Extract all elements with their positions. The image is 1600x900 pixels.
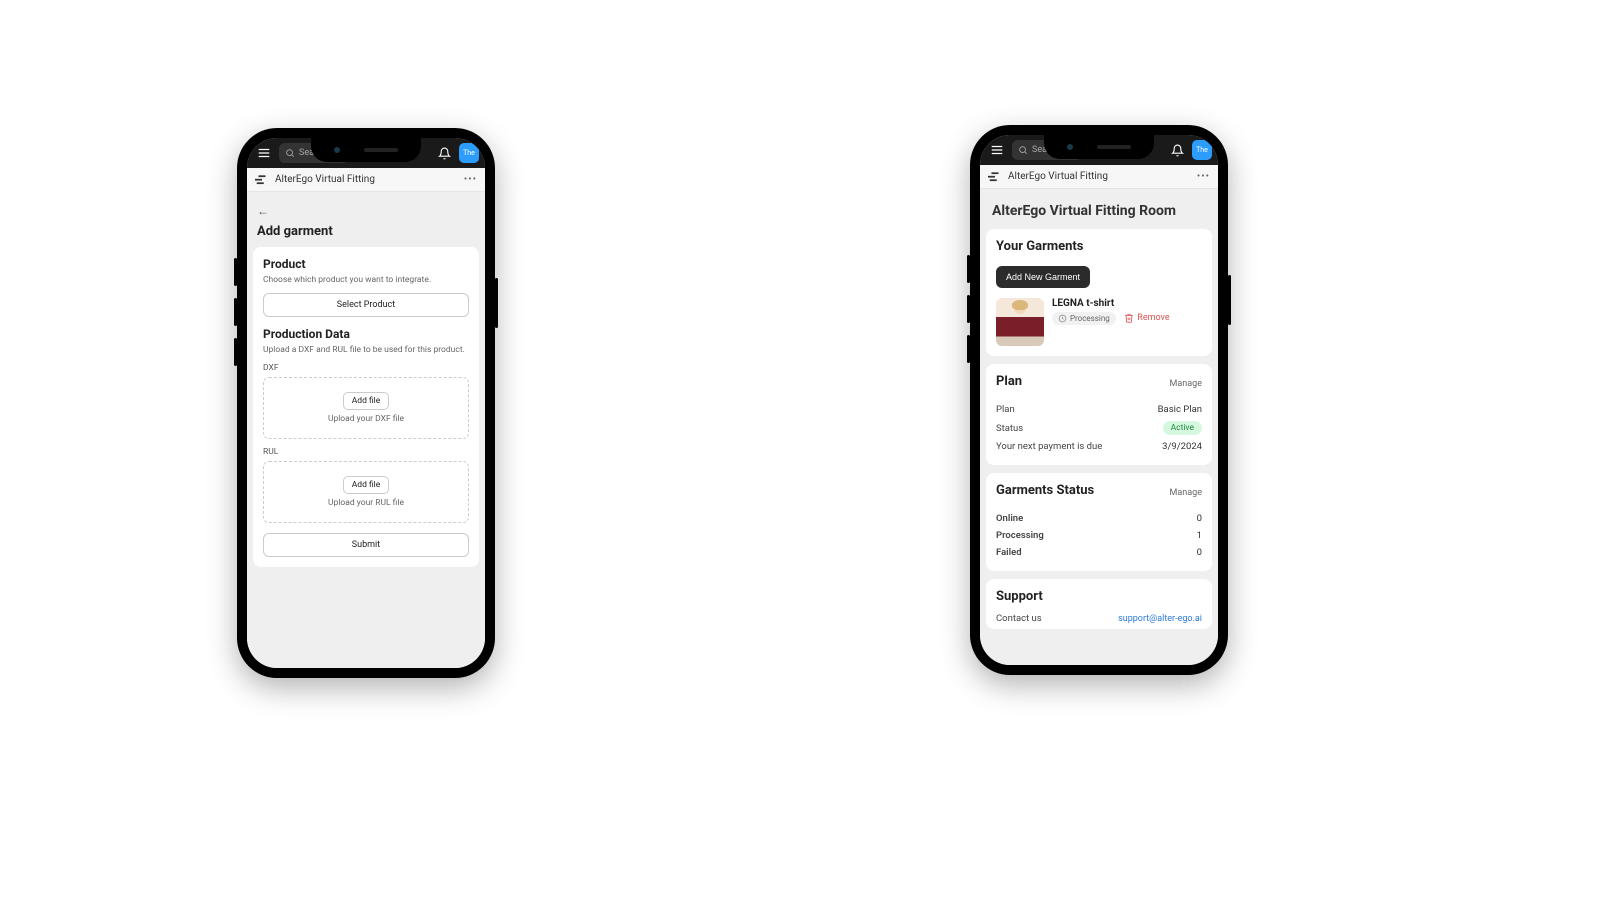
phone-frame-left: Search The AlterEgo Virtual Fitting ••• … <box>237 128 495 678</box>
app-header: AlterEgo Virtual Fitting ••• <box>980 165 1218 189</box>
app-logo-icon <box>255 175 269 185</box>
status-card: Garments Status Manage Online 0 Processi… <box>986 473 1212 571</box>
dxf-label: DXF <box>263 363 469 373</box>
status-text: Processing <box>1070 314 1110 323</box>
rul-label: RUL <box>263 447 469 457</box>
product-sub: Choose which product you want to integra… <box>263 275 469 285</box>
plan-row-status: Status Active <box>996 418 1202 438</box>
garment-thumbnail[interactable] <box>996 298 1044 346</box>
avatar[interactable]: The <box>459 143 479 163</box>
support-email-link[interactable]: support@alter-ego.ai <box>1118 614 1202 624</box>
dxf-dropzone[interactable]: Add file Upload your DXF file <box>263 377 469 439</box>
app-header: AlterEgo Virtual Fitting ••• <box>247 168 485 192</box>
remove-button[interactable]: Remove <box>1124 313 1169 323</box>
bell-icon[interactable] <box>433 142 455 164</box>
search-icon <box>285 148 295 158</box>
status-manage-link[interactable]: Manage <box>1170 488 1202 498</box>
garment-name: LEGNA t-shirt <box>1052 298 1202 309</box>
submit-button[interactable]: Submit <box>263 533 469 557</box>
notch <box>1044 135 1154 159</box>
remove-label: Remove <box>1137 313 1169 323</box>
page-title: AlterEgo Virtual Fitting Room <box>986 195 1212 229</box>
bell-icon[interactable] <box>1166 139 1188 161</box>
production-heading: Production Data <box>263 327 469 341</box>
app-title: AlterEgo Virtual Fitting <box>275 174 375 185</box>
online-value: 0 <box>1197 513 1202 524</box>
app-logo-icon <box>988 172 1002 182</box>
garment-meta: LEGNA t-shirt Processing Remove <box>1052 298 1202 326</box>
avatar-text: The <box>1196 146 1208 154</box>
menu-icon[interactable] <box>253 142 275 164</box>
contact-label: Contact us <box>996 613 1042 624</box>
page-header: ← Add garment <box>253 198 479 247</box>
status-badge: Processing <box>1052 312 1116 325</box>
page-title: Add garment <box>257 224 475 239</box>
menu-icon[interactable] <box>986 139 1008 161</box>
support-card: Support Contact us support@alter-ego.ai <box>986 579 1212 629</box>
status-row-failed: Failed 0 <box>996 544 1202 561</box>
status-label: Status <box>996 423 1023 434</box>
failed-label: Failed <box>996 547 1022 558</box>
plan-manage-link[interactable]: Manage <box>1170 379 1202 389</box>
rul-addfile-button[interactable]: Add file <box>343 476 390 494</box>
screen-right: Search The AlterEgo Virtual Fitting ••• … <box>980 135 1218 665</box>
plan-card: Plan Manage Plan Basic Plan Status Activ… <box>986 364 1212 465</box>
select-product-button[interactable]: Select Product <box>263 293 469 317</box>
phone-frame-right: Search The AlterEgo Virtual Fitting ••• … <box>970 125 1228 675</box>
form-card: Product Choose which product you want to… <box>253 247 479 567</box>
back-button[interactable]: ← <box>257 202 475 224</box>
plan-row-next: Your next payment is due 3/9/2024 <box>996 438 1202 455</box>
support-heading: Support <box>996 589 1202 604</box>
plan-value: Basic Plan <box>1158 404 1202 415</box>
rul-dropzone[interactable]: Add file Upload your RUL file <box>263 461 469 523</box>
garments-card: Your Garments Add New Garment LEGNA t-sh… <box>986 229 1212 356</box>
content-right: AlterEgo Virtual Fitting Room Your Garme… <box>980 189 1218 665</box>
dxf-addfile-button[interactable]: Add file <box>343 392 390 410</box>
add-garment-button[interactable]: Add New Garment <box>996 266 1090 288</box>
dxf-hint: Upload your DXF file <box>270 414 462 424</box>
status-heading: Garments Status <box>996 483 1094 498</box>
clock-icon <box>1058 314 1067 323</box>
notch <box>311 138 421 162</box>
content-left: ← Add garment Product Choose which produ… <box>247 192 485 668</box>
plan-heading: Plan <box>996 374 1022 389</box>
product-heading: Product <box>263 257 469 271</box>
avatar-text: The <box>463 149 475 157</box>
search-icon <box>1018 145 1028 155</box>
app-title: AlterEgo Virtual Fitting <box>1008 171 1108 182</box>
support-row: Contact us support@alter-ego.ai <box>996 610 1202 627</box>
next-value: 3/9/2024 <box>1162 441 1202 452</box>
production-sub: Upload a DXF and RUL file to be used for… <box>263 345 469 355</box>
more-icon[interactable]: ••• <box>464 174 477 185</box>
status-row-online: Online 0 <box>996 510 1202 527</box>
next-label: Your next payment is due <box>996 441 1102 452</box>
garments-heading: Your Garments <box>996 239 1202 254</box>
trash-icon <box>1124 313 1134 323</box>
plan-row-plan: Plan Basic Plan <box>996 401 1202 418</box>
garment-row: LEGNA t-shirt Processing Remove <box>996 298 1202 346</box>
avatar[interactable]: The <box>1192 140 1212 160</box>
status-row-proc: Processing 1 <box>996 527 1202 544</box>
proc-label: Processing <box>996 530 1044 541</box>
online-label: Online <box>996 513 1023 524</box>
plan-label: Plan <box>996 404 1015 415</box>
proc-value: 1 <box>1197 530 1202 541</box>
failed-value: 0 <box>1197 547 1202 558</box>
more-icon[interactable]: ••• <box>1197 171 1210 182</box>
screen-left: Search The AlterEgo Virtual Fitting ••• … <box>247 138 485 668</box>
rul-hint: Upload your RUL file <box>270 498 462 508</box>
status-value: Active <box>1163 421 1202 435</box>
